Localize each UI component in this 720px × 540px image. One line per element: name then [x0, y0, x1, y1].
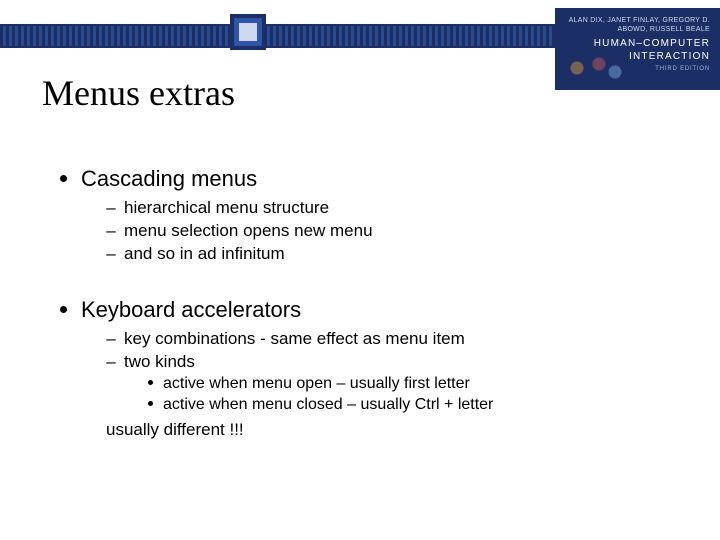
bullet-text: Cascading menus — [81, 166, 257, 191]
bullet-text: active when menu closed – usually Ctrl +… — [163, 396, 493, 413]
book-cover-art — [565, 54, 625, 82]
header-bar: ALAN DIX, JANET FINLAY, GREGORY D. ABOWD… — [0, 8, 720, 52]
bullet-dot-icon — [148, 380, 153, 385]
slide-body: Cascading menus –hierarchical menu struc… — [60, 160, 670, 440]
book-authors: ALAN DIX, JANET FINLAY, GREGORY D. ABOWD… — [567, 16, 710, 35]
bullet-level2: –key combinations - same effect as menu … — [106, 329, 670, 349]
bullet-level2: –menu selection opens new menu — [106, 221, 670, 241]
bullet-level2: –hierarchical menu structure — [106, 198, 670, 218]
bullet-level2: –two kinds — [106, 352, 670, 372]
bullet-dash-icon: – — [106, 198, 116, 218]
bullet-level2: –and so in ad infinitum — [106, 244, 670, 264]
bullet-level1: Keyboard accelerators — [60, 297, 670, 323]
slide-title: Menus extras — [42, 72, 235, 114]
bullet-note: usually different !!! — [106, 420, 670, 440]
book-cover-panel: ALAN DIX, JANET FINLAY, GREGORY D. ABOWD… — [555, 8, 720, 90]
decorative-stripe — [0, 24, 555, 48]
bullet-dash-icon: – — [106, 329, 116, 349]
slide: ALAN DIX, JANET FINLAY, GREGORY D. ABOWD… — [0, 0, 720, 540]
spacer — [60, 267, 670, 291]
bullet-text: and so in ad infinitum — [124, 244, 285, 263]
bullet-text: hierarchical menu structure — [124, 198, 329, 217]
bullet-dot-icon — [60, 175, 67, 182]
bullet-text: two kinds — [124, 352, 195, 371]
bullet-level3: active when menu closed – usually Ctrl +… — [148, 396, 670, 414]
bullet-dot-icon — [148, 401, 153, 406]
bullet-level1: Cascading menus — [60, 166, 670, 192]
decorative-square-icon — [230, 14, 266, 50]
bullet-text: key combinations - same effect as menu i… — [124, 329, 465, 348]
bullet-text: menu selection opens new menu — [124, 221, 373, 240]
bullet-dash-icon: – — [106, 352, 116, 372]
bullet-dash-icon: – — [106, 244, 116, 264]
bullet-text: Keyboard accelerators — [81, 297, 301, 322]
bullet-text: active when menu open – usually first le… — [163, 375, 470, 392]
bullet-dot-icon — [60, 306, 67, 313]
bullet-dash-icon: – — [106, 221, 116, 241]
bullet-level3: active when menu open – usually first le… — [148, 375, 670, 393]
